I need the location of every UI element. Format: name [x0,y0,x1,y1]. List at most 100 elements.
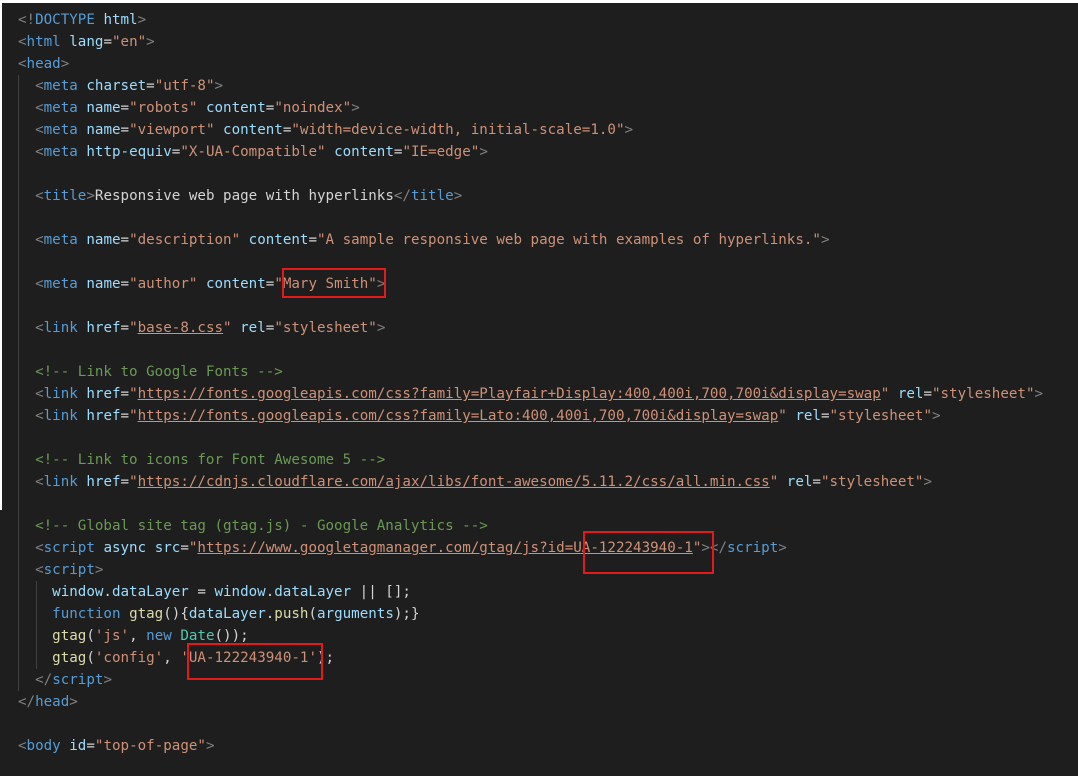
code-line[interactable]: <meta name="robots" content="noindex"> [18,97,1043,119]
code-token: = [180,540,189,556]
code-token: < [35,188,44,204]
code-line[interactable]: <!-- Global site tag (gtag.js) - Google … [18,515,1043,537]
code-token: async [103,540,147,556]
indent-guide [18,295,19,317]
code-token: dataLayer [111,584,189,600]
code-line[interactable]: <head> [18,53,1043,75]
code-token: < [18,34,27,50]
code-token: "en" [111,34,147,50]
code-line[interactable]: <!DOCTYPE html> [18,9,1043,31]
code-line[interactable]: <script> [18,559,1043,581]
indent-guide [18,559,19,581]
code-token: rel [240,320,266,336]
code-token: link [43,474,78,490]
code-line[interactable]: </script> [18,669,1043,691]
code-token: = [103,34,112,50]
editor-left-edge [0,510,2,776]
code-token: ()); [214,628,249,644]
code-token: > [146,34,155,50]
indent-guide [36,625,37,647]
code-token: </ [35,672,53,688]
code-line[interactable]: function gtag(){dataLayer.push(arguments… [18,603,1043,625]
code-token: = [120,386,130,402]
code-line[interactable] [18,207,1043,229]
code-line[interactable]: <title>Responsive web page with hyperlin… [18,185,1043,207]
code-token: Responsive web page with hyperlinks [94,188,394,204]
code-token: script [43,540,95,556]
code-token: ( [86,628,95,644]
code-token: gtag [52,628,87,644]
code-token: > [69,694,78,710]
code-token: > [376,276,386,292]
code-token: > [137,12,147,28]
code-text-area[interactable]: <!DOCTYPE html> <html lang="en"> <head> <m… [18,9,1043,757]
code-token: "IE=edge" [402,144,480,160]
code-line[interactable]: <link href="https://cdnjs.cloudflare.com… [18,471,1043,493]
code-token: " [129,386,138,402]
code-token: DOCTYPE [35,12,95,28]
code-line[interactable]: <script async src="https://www.googletag… [18,537,1043,559]
code-token: href [86,408,121,424]
code-line[interactable] [18,295,1043,317]
code-line[interactable] [18,251,1043,273]
code-token: " [778,408,787,424]
code-line[interactable] [18,493,1043,515]
code-line[interactable]: gtag('config', 'UA-122243940-1'); [18,647,1043,669]
code-line[interactable]: <meta http-equiv="X-UA-Compatible" conte… [18,141,1043,163]
code-line[interactable]: <!-- Link to Google Fonts --> [18,361,1043,383]
code-token: window [52,584,104,600]
code-line[interactable] [18,713,1043,735]
code-token: meta [43,232,78,248]
code-token: "utf-8" [154,78,215,94]
code-token: , [163,650,181,666]
code-token: push [274,606,309,622]
code-line[interactable]: <link href="https://fonts.googleapis.com… [18,383,1043,405]
code-line[interactable]: <link href="https://fonts.googleapis.com… [18,405,1043,427]
code-line[interactable]: window.dataLayer = window.dataLayer || [… [18,581,1043,603]
code-line[interactable]: <meta name="description" content="A samp… [18,229,1043,251]
code-token: https://fonts.googleapis.com/css?family=… [137,408,779,424]
code-token: content [205,276,266,292]
code-token: < [35,540,44,556]
code-token: < [35,122,44,138]
indent-guide [18,251,19,273]
code-line[interactable]: <body id="top-of-page"> [18,735,1043,757]
code-token: " [129,474,138,490]
code-token: "A sample responsive web page with examp… [317,232,821,248]
indent-guide [18,537,19,559]
code-token: = [120,408,130,424]
code-token: < [18,738,27,754]
code-token: = [923,386,933,402]
code-line[interactable] [18,427,1043,449]
code-token: );} [393,606,420,622]
code-line[interactable]: <link href="base-8.css" rel="stylesheet"… [18,317,1043,339]
code-line[interactable]: <meta name="author" content="Mary Smith"… [18,273,1043,295]
code-line[interactable] [18,163,1043,185]
code-editor[interactable]: <!DOCTYPE html> <html lang="en"> <head> <m… [2,3,1078,776]
code-token: link [43,320,78,336]
code-line[interactable]: <meta name="viewport" content="width=dev… [18,119,1043,141]
code-token: "description" [129,232,241,248]
code-token: lang [69,34,104,50]
code-line[interactable]: </head> [18,691,1043,713]
code-line[interactable]: <!-- Link to icons for Font Awesome 5 --… [18,449,1043,471]
code-token: name [86,122,121,138]
code-line[interactable] [18,339,1043,361]
indent-guide [18,207,19,229]
code-token: < [35,100,44,116]
code-token: </ [393,188,411,204]
code-line[interactable]: <html lang="en"> [18,31,1043,53]
code-token: name [86,276,121,292]
code-line[interactable]: gtag('js', new Date()); [18,625,1043,647]
code-line[interactable]: <meta charset="utf-8"> [18,75,1043,97]
